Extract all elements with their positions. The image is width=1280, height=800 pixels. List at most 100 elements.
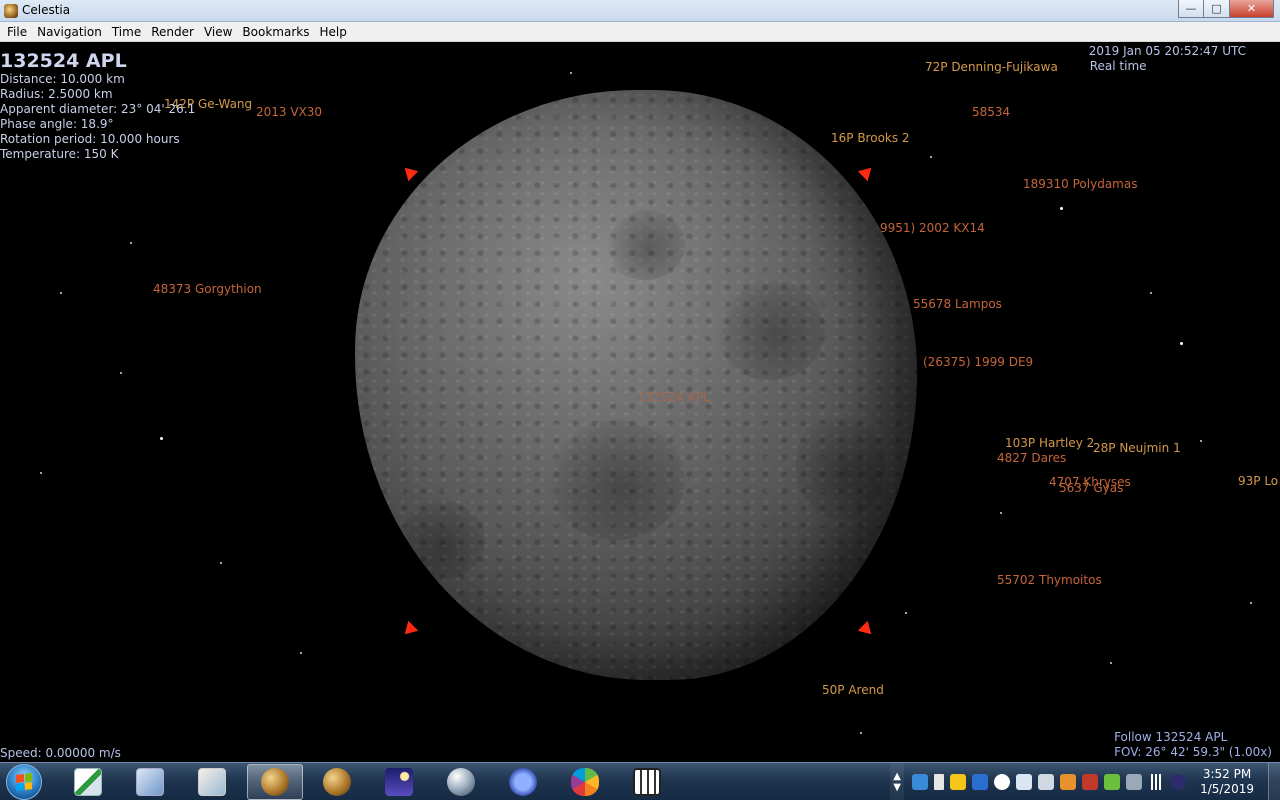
label-hartley-2[interactable]: 103P Hartley 2 bbox=[1005, 436, 1094, 450]
star bbox=[1200, 440, 1202, 442]
taskbar-app-control-panel[interactable] bbox=[122, 764, 178, 800]
label-arend[interactable]: 50P Arend bbox=[822, 683, 884, 697]
taskbar-app-celestia[interactable] bbox=[247, 764, 303, 800]
space-viewport[interactable]: 142P Ge-Wang 2013 VX30 72P Denning-Fujik… bbox=[0, 42, 1280, 762]
star bbox=[1000, 512, 1002, 514]
label-1999-de9[interactable]: (26375) 1999 DE9 bbox=[923, 355, 1033, 369]
time-panel: 2019 Jan 05 20:52:47 UTC Real time bbox=[1089, 44, 1246, 74]
dropbox-icon[interactable] bbox=[1016, 774, 1033, 790]
celestia-icon-2 bbox=[323, 768, 351, 796]
star bbox=[570, 72, 572, 74]
shield-icon[interactable] bbox=[950, 774, 967, 790]
network-status-icon[interactable] bbox=[912, 774, 929, 790]
cloud-icon[interactable] bbox=[994, 774, 1011, 790]
menu-view[interactable]: View bbox=[199, 25, 237, 39]
taskbar-app-notes[interactable] bbox=[184, 764, 240, 800]
object-temperature: Temperature: 150 K bbox=[0, 147, 119, 161]
display-icon[interactable] bbox=[972, 774, 989, 790]
volume-icon[interactable] bbox=[1038, 774, 1055, 790]
follow-target: Follow 132524 APL bbox=[1114, 730, 1228, 744]
taskbar-app-night-sky[interactable] bbox=[371, 764, 427, 800]
label-brooks-2[interactable]: 16P Brooks 2 bbox=[831, 131, 910, 145]
star bbox=[40, 472, 42, 474]
label-132524-apl[interactable]: 132524 APL bbox=[638, 390, 710, 404]
menu-bookmarks[interactable]: Bookmarks bbox=[237, 25, 314, 39]
backup-icon[interactable] bbox=[1060, 774, 1077, 790]
menu-navigation[interactable]: Navigation bbox=[32, 25, 107, 39]
asteroid-body[interactable] bbox=[355, 90, 917, 680]
time-mode: Real time bbox=[1089, 59, 1147, 73]
menu-file[interactable]: File bbox=[2, 25, 32, 39]
label-thymoitos[interactable]: 55702 Thymoitos bbox=[997, 573, 1102, 587]
label-2002-kx14[interactable]: 9951) 2002 KX14 bbox=[880, 221, 985, 235]
taskbar-clock[interactable]: 3:52 PM 1/5/2019 bbox=[1194, 767, 1268, 797]
star bbox=[300, 652, 302, 654]
taskbar-app-celestia-2[interactable] bbox=[309, 764, 365, 800]
label-lampos[interactable]: 55678 Lampos bbox=[913, 297, 1002, 311]
signal-icon[interactable] bbox=[1148, 774, 1165, 790]
network-error-icon[interactable] bbox=[1170, 774, 1187, 790]
label-polydamas[interactable]: 189310 Polydamas bbox=[1023, 177, 1137, 191]
selection-marker-bottom-left bbox=[399, 620, 419, 640]
star bbox=[930, 156, 932, 158]
label-2013-vx30[interactable]: 2013 VX30 bbox=[256, 105, 322, 119]
star bbox=[60, 292, 62, 294]
action-center-flag-icon[interactable] bbox=[934, 774, 945, 790]
device-icon[interactable] bbox=[1126, 774, 1143, 790]
object-apparent-diameter: Apparent diameter: 23° 04' 26.1 bbox=[0, 102, 196, 116]
menu-help[interactable]: Help bbox=[314, 25, 351, 39]
documents-icon bbox=[74, 768, 102, 796]
window-title: Celestia bbox=[22, 3, 71, 17]
star bbox=[1060, 207, 1063, 210]
minimize-button[interactable]: — bbox=[1178, 0, 1204, 18]
taskbar-app-documents[interactable] bbox=[60, 764, 116, 800]
title-bar[interactable]: Celestia — □ ✕ bbox=[0, 0, 1280, 22]
selection-marker-bottom-right bbox=[857, 620, 877, 640]
crater bbox=[545, 420, 685, 540]
star bbox=[160, 437, 163, 440]
maximize-button[interactable]: □ bbox=[1204, 0, 1230, 18]
virus-icon bbox=[509, 768, 537, 796]
menu-time[interactable]: Time bbox=[107, 25, 146, 39]
label-denning-fujikawa[interactable]: 72P Denning-Fujikawa bbox=[925, 60, 1058, 74]
label-gorgythion[interactable]: 48373 Gorgythion bbox=[153, 282, 262, 296]
show-desktop-button[interactable] bbox=[1268, 763, 1280, 800]
close-button[interactable]: ✕ bbox=[1230, 0, 1274, 18]
system-tray: ▲ ▼ 3:52 PM 1/5/2019 bbox=[890, 763, 1280, 800]
star bbox=[1250, 602, 1252, 604]
sphere-icon bbox=[447, 768, 475, 796]
follow-panel: Follow 132524 APL FOV: 26° 42' 59.3" (1.… bbox=[1114, 730, 1272, 760]
control-panel-icon bbox=[136, 768, 164, 796]
clock-time: 3:52 PM bbox=[1202, 767, 1252, 781]
celestia-icon bbox=[261, 768, 289, 796]
star bbox=[1150, 292, 1152, 294]
selection-marker-top-left bbox=[399, 162, 419, 182]
star bbox=[120, 372, 122, 374]
crater bbox=[395, 500, 485, 580]
label-58534[interactable]: 58534 bbox=[972, 105, 1010, 119]
taskbar-app-sphere[interactable] bbox=[433, 764, 489, 800]
tray-scroll-icon[interactable]: ▲ ▼ bbox=[890, 763, 905, 800]
object-name: 132524 APL bbox=[0, 50, 127, 72]
label-93p-lo[interactable]: 93P Lo bbox=[1238, 474, 1278, 488]
celestia-app-icon bbox=[4, 4, 18, 18]
simulation-datetime: 2019 Jan 05 20:52:47 UTC bbox=[1088, 44, 1246, 58]
label-neujmin-1[interactable]: 28P Neujmin 1 bbox=[1093, 441, 1181, 455]
object-radius: Radius: 2.5000 km bbox=[0, 87, 113, 101]
sync-icon[interactable] bbox=[1104, 774, 1121, 790]
star bbox=[860, 732, 862, 734]
security-icon[interactable] bbox=[1082, 774, 1099, 790]
label-gyas[interactable]: 5637 Gyas bbox=[1059, 481, 1123, 495]
star bbox=[220, 562, 222, 564]
calculator-icon bbox=[633, 768, 661, 796]
taskbar-app-calculator[interactable] bbox=[619, 764, 675, 800]
tray-icons bbox=[904, 774, 1194, 790]
menu-render[interactable]: Render bbox=[146, 25, 199, 39]
taskbar-app-apple[interactable] bbox=[557, 764, 613, 800]
start-button[interactable] bbox=[6, 764, 42, 800]
notes-icon bbox=[198, 768, 226, 796]
taskbar-app-virus[interactable] bbox=[495, 764, 551, 800]
object-info-panel: 132524 APL Distance: 10.000 km Radius: 2… bbox=[0, 50, 195, 162]
window-controls: — □ ✕ bbox=[1178, 0, 1274, 18]
label-dares[interactable]: 4827 Dares bbox=[997, 451, 1066, 465]
